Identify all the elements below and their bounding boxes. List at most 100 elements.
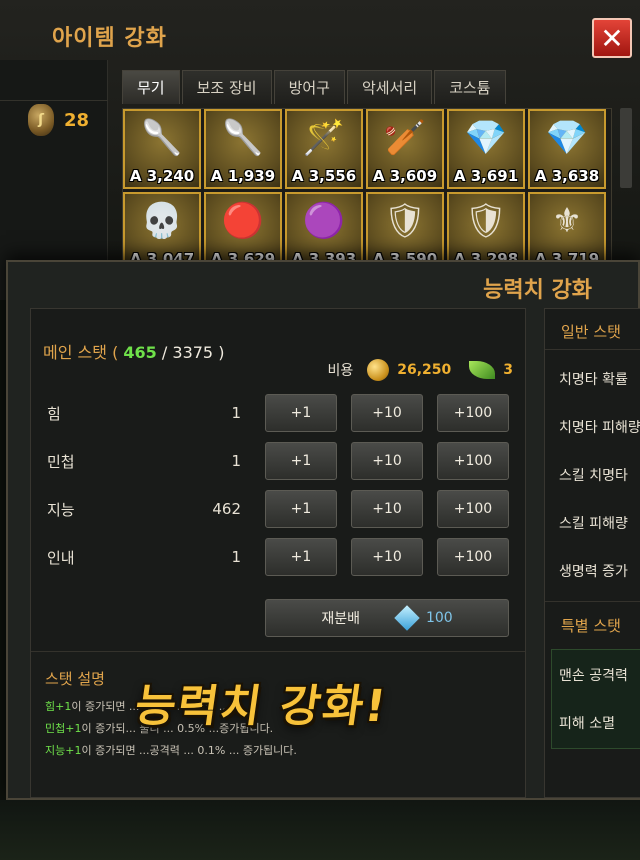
item-enhance-title: 아이템 강화 [52, 26, 167, 51]
gold-coin-icon [367, 359, 390, 381]
main-stat-label: 메인 스탯 [43, 343, 107, 362]
item-slot[interactable]: 🪄 A 3,556 [285, 109, 363, 189]
gold-cost: 26,250 [397, 362, 452, 378]
endurance-plus-1-button[interactable]: +1 [265, 538, 337, 576]
stat-enhance-title: 능력치 강화 [483, 278, 592, 303]
general-stat-item: 스킬 치명타 [559, 468, 628, 484]
stone-currency-icon: ʃ [28, 104, 54, 136]
stat-rows: 힘 1 +1 +10 +100 민첩 1 +1 +10 +100 지능 462 … [31, 389, 525, 581]
cost-label: 비용 [327, 363, 354, 379]
main-stat-separator: / [161, 343, 168, 362]
stat-description-line: 지능+1이 증가되면 ...공격력 ... 0.1% ... 증가됩니다. [45, 742, 297, 758]
agility-plus-1-button[interactable]: +1 [265, 442, 337, 480]
agility-plus-100-button[interactable]: +100 [437, 442, 509, 480]
tab-accessory[interactable]: 악세서리 [346, 70, 433, 104]
redistribute-cost: 100 [394, 605, 453, 631]
staff-icon: 🪄 [302, 118, 346, 159]
general-stat-title: 일반 스탯 [561, 323, 621, 341]
item-grid: 🥄 A 3,240 🥄 A 1,939 🪄 A 3,556 🏏 A 3,609 💎 A 3… [122, 108, 612, 272]
main-stat-current: 465 [123, 343, 157, 362]
stat-description-stat: 민첩+1 [45, 722, 82, 735]
item-score: A 3,638 [534, 167, 600, 185]
main-stat-open-paren: ( [112, 343, 119, 362]
general-stat-item: 치명타 확률 [559, 372, 628, 388]
spoon-icon: 🥄 [140, 118, 184, 159]
item-score: A 1,939 [210, 167, 276, 185]
crystal-staff-icon: 💎 [545, 118, 589, 159]
stat-description-stat: 지능+1 [45, 744, 82, 757]
special-stat-item: 피해 소멸 [559, 716, 615, 732]
currency-value: 28 [64, 109, 90, 131]
stat-value: 462 [212, 500, 241, 518]
stat-name: 민첩 [47, 452, 75, 471]
special-stat-title: 특별 스탯 [561, 617, 621, 635]
stat-row-intelligence: 지능 462 +1 +10 +100 [31, 485, 525, 533]
stat-description-stat: 힘+1 [45, 700, 72, 713]
armored-mace-icon: 🛡 [383, 201, 427, 242]
general-stat-item: 생명력 증가 [559, 564, 628, 580]
cost-display: 비용 26,250 3 [327, 359, 513, 381]
stat-value: 1 [231, 452, 241, 470]
leaf-cost: 3 [503, 362, 513, 378]
item-grid-scrollbar[interactable] [620, 108, 632, 188]
main-stat-close-paren: ) [218, 343, 225, 362]
club-icon: 🏏 [383, 118, 427, 159]
item-slot[interactable]: 🥄 A 3,240 [123, 109, 201, 189]
general-stat-panel: 일반 스탯 치명타 확률 치명타 피해량 스킬 치명타 스킬 피해량 생명력 증… [544, 308, 640, 798]
endurance-plus-100-button[interactable]: +100 [437, 538, 509, 576]
stat-value: 1 [231, 404, 241, 422]
item-slot[interactable]: 💎 A 3,638 [528, 109, 606, 189]
item-score: A 3,556 [291, 167, 357, 185]
strength-plus-10-button[interactable]: +10 [351, 394, 423, 432]
stat-description-title: 스탯 설명 [45, 670, 105, 688]
redistribute-button[interactable]: 재분배 100 [265, 599, 509, 637]
stat-name: 지능 [47, 500, 75, 519]
diamond-icon [394, 605, 420, 631]
crystal-staff-icon: 💎 [464, 118, 508, 159]
divider [545, 601, 640, 602]
stat-row-agility: 민첩 1 +1 +10 +100 [31, 437, 525, 485]
tab-armor[interactable]: 방어구 [273, 70, 345, 104]
skull-staff-icon: 💀 [140, 201, 184, 242]
currency-display: ʃ 28 [28, 104, 89, 136]
intelligence-plus-1-button[interactable]: +1 [265, 490, 337, 528]
item-enhance-window: 아이템 강화 ✕ ʃ 28 무기 보조 장비 방어구 악세서리 코스튬 🥄 A 3… [0, 0, 640, 300]
diamond-cost: 100 [425, 610, 453, 626]
bottom-background [0, 800, 640, 860]
stat-name: 인내 [47, 548, 75, 567]
endurance-plus-10-button[interactable]: +10 [351, 538, 423, 576]
general-stat-item: 치명타 피해량 [559, 420, 640, 436]
sidebar-divider [0, 100, 108, 101]
divider [545, 349, 640, 350]
item-slot[interactable]: 🏏 A 3,609 [366, 109, 444, 189]
stat-row-endurance: 인내 1 +1 +10 +100 [31, 533, 525, 581]
dark-orb-staff-icon: 🟣 [302, 201, 346, 242]
strength-plus-1-button[interactable]: +1 [265, 394, 337, 432]
main-stat-total: 3375 [172, 343, 214, 362]
agility-plus-10-button[interactable]: +10 [351, 442, 423, 480]
item-score: A 3,691 [453, 167, 519, 185]
special-stat-item: 맨손 공격력 [559, 668, 628, 684]
armored-mace-icon: 🛡 [464, 201, 508, 242]
item-slot[interactable]: 🥄 A 1,939 [204, 109, 282, 189]
general-stat-item: 스킬 피해량 [559, 516, 628, 532]
spoon-icon: 🥄 [221, 118, 265, 159]
tab-weapon[interactable]: 무기 [122, 70, 180, 104]
close-button[interactable]: ✕ [592, 18, 632, 58]
item-slot[interactable]: 💎 A 3,691 [447, 109, 525, 189]
redistribute-label: 재분배 [321, 611, 360, 627]
tab-sub-equipment[interactable]: 보조 장비 [181, 70, 272, 104]
strength-plus-100-button[interactable]: +100 [437, 394, 509, 432]
leaf-icon [469, 361, 496, 379]
main-stat-summary: 메인 스탯 ( 465 / 3375 ) [43, 339, 224, 363]
item-score: A 3,609 [372, 167, 438, 185]
promo-banner-text: 능력치 강화! [131, 681, 391, 732]
special-stat-box [551, 649, 640, 749]
intelligence-plus-100-button[interactable]: +100 [437, 490, 509, 528]
intelligence-plus-10-button[interactable]: +10 [351, 490, 423, 528]
stat-name: 힘 [47, 404, 61, 423]
stat-row-strength: 힘 1 +1 +10 +100 [31, 389, 525, 437]
tab-costume[interactable]: 코스튬 [434, 70, 506, 104]
item-score: A 3,240 [129, 167, 195, 185]
item-category-tabs: 무기 보조 장비 방어구 악세서리 코스튬 [122, 70, 506, 104]
